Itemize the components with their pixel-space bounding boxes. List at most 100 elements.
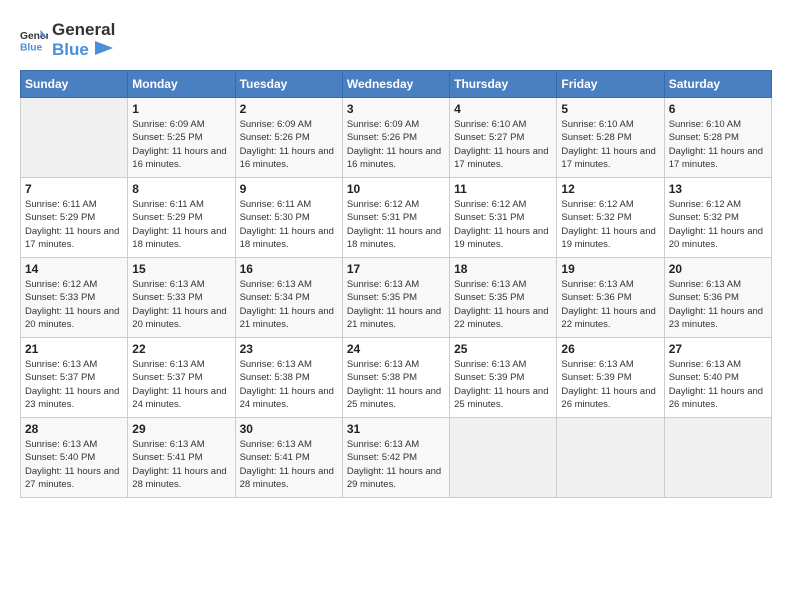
day-number: 28 (25, 422, 123, 436)
calendar-table: SundayMondayTuesdayWednesdayThursdayFrid… (20, 70, 772, 498)
day-cell: 12Sunrise: 6:12 AMSunset: 5:32 PMDayligh… (557, 178, 664, 258)
logo-blue: Blue (52, 40, 89, 59)
day-info: Sunrise: 6:13 AMSunset: 5:36 PMDaylight:… (669, 278, 767, 331)
day-cell: 8 Sunrise: 6:11 AMSunset: 5:29 PMDaylight… (128, 178, 235, 258)
day-info: Sunrise: 6:10 AMSunset: 5:28 PMDaylight:… (561, 118, 659, 171)
day-number: 27 (669, 342, 767, 356)
day-info: Sunrise: 6:13 AMSunset: 5:38 PMDaylight:… (240, 358, 338, 411)
day-number: 30 (240, 422, 338, 436)
day-info: Sunrise: 6:13 AMSunset: 5:35 PMDaylight:… (454, 278, 552, 331)
day-number: 3 (347, 102, 445, 116)
week-row-1: 1 Sunrise: 6:09 AMSunset: 5:25 PMDaylight… (21, 98, 772, 178)
day-cell: 20 Sunrise: 6:13 AMSunset: 5:36 PMDayligh… (664, 258, 771, 338)
header-tuesday: Tuesday (235, 71, 342, 98)
day-number: 9 (240, 182, 338, 196)
logo: General Blue General Blue (20, 20, 115, 60)
day-info: Sunrise: 6:13 AMSunset: 5:33 PMDaylight:… (132, 278, 230, 331)
day-number: 23 (240, 342, 338, 356)
day-info: Sunrise: 6:13 AMSunset: 5:42 PMDaylight:… (347, 438, 445, 491)
day-info: Sunrise: 6:11 AMSunset: 5:30 PMDaylight:… (240, 198, 338, 251)
day-info: Sunrise: 6:10 AMSunset: 5:28 PMDaylight:… (669, 118, 767, 171)
day-cell: 4 Sunrise: 6:10 AMSunset: 5:27 PMDaylight… (450, 98, 557, 178)
day-cell: 9 Sunrise: 6:11 AMSunset: 5:30 PMDaylight… (235, 178, 342, 258)
day-number: 29 (132, 422, 230, 436)
day-cell: 18 Sunrise: 6:13 AMSunset: 5:35 PMDayligh… (450, 258, 557, 338)
day-number: 16 (240, 262, 338, 276)
day-number: 20 (669, 262, 767, 276)
svg-text:Blue: Blue (20, 42, 43, 53)
day-cell: 31 Sunrise: 6:13 AMSunset: 5:42 PMDayligh… (342, 418, 449, 498)
day-cell: 3 Sunrise: 6:09 AMSunset: 5:26 PMDaylight… (342, 98, 449, 178)
day-info: Sunrise: 6:13 AMSunset: 5:41 PMDaylight:… (240, 438, 338, 491)
day-number: 8 (132, 182, 230, 196)
day-number: 19 (561, 262, 659, 276)
day-cell: 10 Sunrise: 6:12 AMSunset: 5:31 PMDayligh… (342, 178, 449, 258)
day-cell: 26Sunrise: 6:13 AMSunset: 5:39 PMDayligh… (557, 338, 664, 418)
day-number: 21 (25, 342, 123, 356)
days-header-row: SundayMondayTuesdayWednesdayThursdayFrid… (21, 71, 772, 98)
day-number: 26 (561, 342, 659, 356)
day-cell: 24 Sunrise: 6:13 AMSunset: 5:38 PMDayligh… (342, 338, 449, 418)
day-number: 12 (561, 182, 659, 196)
day-number: 2 (240, 102, 338, 116)
day-info: Sunrise: 6:13 AMSunset: 5:36 PMDaylight:… (561, 278, 659, 331)
header-monday: Monday (128, 71, 235, 98)
day-info: Sunrise: 6:10 AMSunset: 5:27 PMDaylight:… (454, 118, 552, 171)
day-info: Sunrise: 6:12 AMSunset: 5:31 PMDaylight:… (454, 198, 552, 251)
day-info: Sunrise: 6:12 AMSunset: 5:31 PMDaylight:… (347, 198, 445, 251)
day-number: 10 (347, 182, 445, 196)
day-cell: 30 Sunrise: 6:13 AMSunset: 5:41 PMDayligh… (235, 418, 342, 498)
day-cell (21, 98, 128, 178)
page-header: General Blue General Blue (20, 20, 772, 60)
day-info: Sunrise: 6:12 AMSunset: 5:33 PMDaylight:… (25, 278, 123, 331)
day-cell: 23 Sunrise: 6:13 AMSunset: 5:38 PMDayligh… (235, 338, 342, 418)
day-number: 13 (669, 182, 767, 196)
week-row-4: 21 Sunrise: 6:13 AMSunset: 5:37 PMDayligh… (21, 338, 772, 418)
logo-icon: General Blue (20, 26, 48, 54)
day-cell: 28 Sunrise: 6:13 AMSunset: 5:40 PMDayligh… (21, 418, 128, 498)
day-info: Sunrise: 6:13 AMSunset: 5:34 PMDaylight:… (240, 278, 338, 331)
day-cell: 7Sunrise: 6:11 AMSunset: 5:29 PMDaylight… (21, 178, 128, 258)
day-info: Sunrise: 6:09 AMSunset: 5:25 PMDaylight:… (132, 118, 230, 171)
day-cell: 22Sunrise: 6:13 AMSunset: 5:37 PMDayligh… (128, 338, 235, 418)
day-number: 24 (347, 342, 445, 356)
logo-general: General (52, 20, 115, 40)
day-cell: 5 Sunrise: 6:10 AMSunset: 5:28 PMDaylight… (557, 98, 664, 178)
day-info: Sunrise: 6:09 AMSunset: 5:26 PMDaylight:… (240, 118, 338, 171)
header-thursday: Thursday (450, 71, 557, 98)
day-number: 11 (454, 182, 552, 196)
day-number: 14 (25, 262, 123, 276)
day-cell: 19 Sunrise: 6:13 AMSunset: 5:36 PMDayligh… (557, 258, 664, 338)
day-number: 1 (132, 102, 230, 116)
day-info: Sunrise: 6:13 AMSunset: 5:40 PMDaylight:… (25, 438, 123, 491)
day-number: 31 (347, 422, 445, 436)
day-cell: 17 Sunrise: 6:13 AMSunset: 5:35 PMDayligh… (342, 258, 449, 338)
day-info: Sunrise: 6:13 AMSunset: 5:41 PMDaylight:… (132, 438, 230, 491)
day-info: Sunrise: 6:13 AMSunset: 5:35 PMDaylight:… (347, 278, 445, 331)
day-number: 18 (454, 262, 552, 276)
week-row-2: 7 Sunrise: 6:11 AMSunset: 5:29 PMDaylight… (21, 178, 772, 258)
day-cell: 13 Sunrise: 6:12 AMSunset: 5:32 PMDayligh… (664, 178, 771, 258)
day-cell: 16 Sunrise: 6:13 AMSunset: 5:34 PMDayligh… (235, 258, 342, 338)
day-info: Sunrise: 6:13 AMSunset: 5:38 PMDaylight:… (347, 358, 445, 411)
day-cell: 11 Sunrise: 6:12 AMSunset: 5:31 PMDayligh… (450, 178, 557, 258)
day-number: 4 (454, 102, 552, 116)
day-number: 15 (132, 262, 230, 276)
week-row-5: 28 Sunrise: 6:13 AMSunset: 5:40 PMDayligh… (21, 418, 772, 498)
day-cell: 14 Sunrise: 6:12 AMSunset: 5:33 PMDayligh… (21, 258, 128, 338)
day-info: Sunrise: 6:13 AMSunset: 5:37 PMDaylight:… (132, 358, 230, 411)
day-number: 25 (454, 342, 552, 356)
day-cell: 15 Sunrise: 6:13 AMSunset: 5:33 PMDayligh… (128, 258, 235, 338)
day-number: 5 (561, 102, 659, 116)
day-number: 7 (25, 182, 123, 196)
day-cell: 25Sunrise: 6:13 AMSunset: 5:39 PMDayligh… (450, 338, 557, 418)
logo-arrow (95, 41, 113, 60)
day-number: 17 (347, 262, 445, 276)
day-info: Sunrise: 6:11 AMSunset: 5:29 PMDaylight:… (132, 198, 230, 251)
day-info: Sunrise: 6:13 AMSunset: 5:37 PMDaylight:… (25, 358, 123, 411)
day-cell: 1 Sunrise: 6:09 AMSunset: 5:25 PMDaylight… (128, 98, 235, 178)
day-cell: 2 Sunrise: 6:09 AMSunset: 5:26 PMDaylight… (235, 98, 342, 178)
day-cell (557, 418, 664, 498)
day-info: Sunrise: 6:09 AMSunset: 5:26 PMDaylight:… (347, 118, 445, 171)
day-info: Sunrise: 6:12 AMSunset: 5:32 PMDaylight:… (669, 198, 767, 251)
